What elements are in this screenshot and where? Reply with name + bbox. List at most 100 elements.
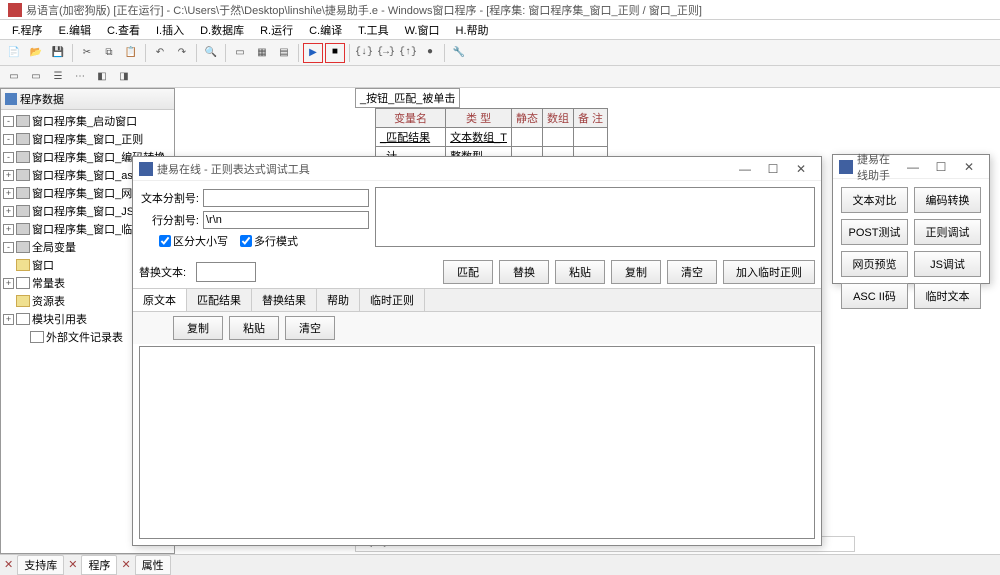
tool2-e-icon[interactable]: ◧ bbox=[92, 67, 112, 87]
menu-insert[interactable]: I.插入 bbox=[148, 20, 192, 40]
sheet-icon bbox=[16, 313, 30, 325]
copy-icon[interactable]: ⧉ bbox=[99, 43, 119, 63]
minimize-icon[interactable]: — bbox=[731, 159, 759, 179]
run-icon[interactable]: ▶ bbox=[303, 43, 323, 63]
helper-button-ASC II码[interactable]: ASC II码 bbox=[841, 283, 908, 309]
tool2-b-icon[interactable]: ▭ bbox=[26, 67, 46, 87]
sub-copy-button[interactable]: 复制 bbox=[173, 316, 223, 340]
helper-button-POST测试[interactable]: POST测试 bbox=[841, 219, 908, 245]
helper-maximize-icon[interactable]: ☐ bbox=[927, 157, 955, 177]
window3-icon[interactable]: ▤ bbox=[274, 43, 294, 63]
tree-toggle-icon[interactable]: + bbox=[3, 224, 14, 235]
menu-view[interactable]: C.查看 bbox=[99, 20, 148, 40]
open-icon[interactable]: 📂 bbox=[26, 43, 46, 63]
helper-close-icon[interactable]: ✕ bbox=[955, 157, 983, 177]
add-temp-button[interactable]: 加入临时正则 bbox=[723, 260, 815, 284]
case-sensitive-checkbox[interactable] bbox=[159, 235, 171, 247]
folder-icon bbox=[16, 259, 30, 271]
tree-toggle-icon[interactable]: - bbox=[3, 134, 14, 145]
menu-run[interactable]: R.运行 bbox=[252, 20, 301, 40]
helper-button-文本对比[interactable]: 文本对比 bbox=[841, 187, 908, 213]
helper-button-编码转换[interactable]: 编码转换 bbox=[914, 187, 981, 213]
helper-dialog-titlebar[interactable]: 捷易在线助手 — ☐ ✕ bbox=[833, 155, 989, 179]
tree-toggle-icon[interactable]: + bbox=[3, 188, 14, 199]
tab-replace-result[interactable]: 替换结果 bbox=[252, 289, 317, 311]
status-tab-support[interactable]: 支持库 bbox=[17, 555, 64, 575]
undo-icon[interactable]: ↶ bbox=[150, 43, 170, 63]
multiline-checkbox[interactable] bbox=[240, 235, 252, 247]
maximize-icon[interactable]: ☐ bbox=[759, 159, 787, 179]
text-split-input[interactable] bbox=[203, 189, 369, 207]
paste-button[interactable]: 粘贴 bbox=[555, 260, 605, 284]
save-icon[interactable]: 💾 bbox=[48, 43, 68, 63]
sub-clear-button[interactable]: 清空 bbox=[285, 316, 335, 340]
tool2-f-icon[interactable]: ◨ bbox=[114, 67, 134, 87]
step-into-icon[interactable]: {→} bbox=[376, 43, 396, 63]
window1-icon[interactable]: ▭ bbox=[230, 43, 250, 63]
menu-program[interactable]: F.程序 bbox=[4, 20, 51, 40]
menu-edit[interactable]: E.编辑 bbox=[51, 20, 99, 40]
var-column-header: 变量名 bbox=[376, 109, 446, 128]
step-out-icon[interactable]: {↑} bbox=[398, 43, 418, 63]
app-icon bbox=[8, 3, 22, 17]
stop-icon[interactable]: ■ bbox=[325, 43, 345, 63]
separator bbox=[196, 44, 197, 62]
tab-temp-regex[interactable]: 临时正则 bbox=[360, 289, 425, 311]
helper-button-JS调试[interactable]: JS调试 bbox=[914, 251, 981, 277]
tree-toggle-icon[interactable]: + bbox=[3, 170, 14, 181]
close-icon[interactable]: ✕ bbox=[787, 159, 815, 179]
step-over-icon[interactable]: {↓} bbox=[354, 43, 374, 63]
status-tab-program[interactable]: 程序 bbox=[81, 555, 117, 575]
cut-icon[interactable]: ✂ bbox=[77, 43, 97, 63]
helper-button-临时文本[interactable]: 临时文本 bbox=[914, 283, 981, 309]
redo-icon[interactable]: ↷ bbox=[172, 43, 192, 63]
menu-help[interactable]: H.帮助 bbox=[448, 20, 497, 40]
replace-text-input[interactable] bbox=[196, 262, 256, 282]
tree-node[interactable]: -窗口程序集_启动窗口 bbox=[3, 112, 172, 130]
tree-toggle-icon[interactable]: + bbox=[3, 206, 14, 217]
tool2-a-icon[interactable]: ▭ bbox=[4, 67, 24, 87]
regex-dialog-titlebar[interactable]: 捷易在线 - 正则表达式调试工具 — ☐ ✕ bbox=[133, 157, 821, 181]
regex-pattern-input[interactable] bbox=[375, 187, 815, 247]
helper-minimize-icon[interactable]: — bbox=[899, 157, 927, 177]
tree-toggle-icon[interactable]: - bbox=[3, 116, 14, 127]
tab-match-result[interactable]: 匹配结果 bbox=[187, 289, 252, 311]
table-row[interactable]: _匹配结果文本数组_T bbox=[376, 128, 608, 147]
paste-icon[interactable]: 📋 bbox=[121, 43, 141, 63]
tab-help[interactable]: 帮助 bbox=[317, 289, 360, 311]
tree-toggle-icon[interactable]: + bbox=[3, 278, 14, 289]
tool2-d-icon[interactable]: ⋯ bbox=[70, 67, 90, 87]
helper-dialog-title: 捷易在线助手 bbox=[857, 151, 899, 183]
function-name[interactable]: _按钮_匹配_被单击 bbox=[355, 88, 460, 108]
help-icon[interactable]: 🔧 bbox=[449, 43, 469, 63]
result-textarea[interactable] bbox=[139, 346, 815, 539]
copy-button[interactable]: 复制 bbox=[611, 260, 661, 284]
replace-button[interactable]: 替换 bbox=[499, 260, 549, 284]
menu-tools[interactable]: T.工具 bbox=[350, 20, 397, 40]
tab-original[interactable]: 原文本 bbox=[133, 289, 187, 311]
sidebar-header: 程序数据 bbox=[1, 89, 174, 110]
menu-database[interactable]: D.数据库 bbox=[192, 20, 252, 40]
menu-compile[interactable]: C.编译 bbox=[301, 20, 350, 40]
helper-dialog-icon bbox=[839, 160, 853, 174]
tree-toggle-icon[interactable]: - bbox=[3, 242, 14, 253]
helper-button-正则调试[interactable]: 正则调试 bbox=[914, 219, 981, 245]
breakpoint-icon[interactable]: ● bbox=[420, 43, 440, 63]
find-icon[interactable]: 🔍 bbox=[201, 43, 221, 63]
line-split-input[interactable] bbox=[203, 211, 369, 229]
menu-window[interactable]: W.窗口 bbox=[397, 20, 448, 40]
clear-button[interactable]: 清空 bbox=[667, 260, 717, 284]
sub-paste-button[interactable]: 粘贴 bbox=[229, 316, 279, 340]
tree-node[interactable]: -窗口程序集_窗口_正则 bbox=[3, 130, 172, 148]
window2-icon[interactable]: ▦ bbox=[252, 43, 272, 63]
main-toolbar: 📄 📂 💾 ✂ ⧉ 📋 ↶ ↷ 🔍 ▭ ▦ ▤ ▶ ■ {↓} {→} {↑} … bbox=[0, 40, 1000, 66]
helper-button-网页预览[interactable]: 网页预览 bbox=[841, 251, 908, 277]
var-column-header: 类 型 bbox=[446, 109, 512, 128]
tree-toggle-icon[interactable]: + bbox=[3, 314, 14, 325]
new-icon[interactable]: 📄 bbox=[4, 43, 24, 63]
tree-toggle-icon[interactable]: - bbox=[3, 152, 14, 163]
match-button[interactable]: 匹配 bbox=[443, 260, 493, 284]
tool2-c-icon[interactable]: ☰ bbox=[48, 67, 68, 87]
db-icon bbox=[16, 169, 30, 181]
status-tab-property[interactable]: 属性 bbox=[135, 555, 171, 575]
